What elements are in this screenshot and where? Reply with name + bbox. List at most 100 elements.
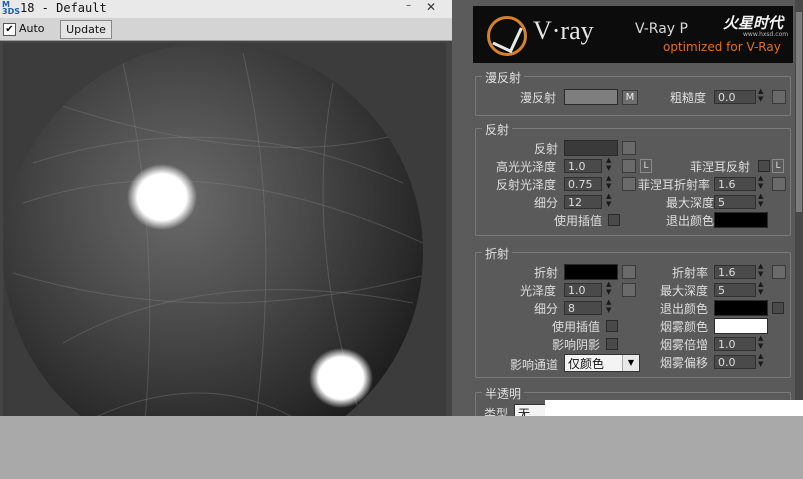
- refr-max-depth-spinner[interactable]: [758, 280, 767, 297]
- refr-exit-color-label: 退出颜色: [660, 302, 709, 316]
- translucency-type-label: 类型: [484, 407, 509, 416]
- diffuse-color-swatch[interactable]: [564, 89, 618, 105]
- reflect-map-button[interactable]: [622, 141, 636, 155]
- bottom-bar: [0, 416, 803, 479]
- affect-shadows-checkbox[interactable]: [606, 338, 618, 350]
- hilight-gloss-label: 高光光泽度: [496, 160, 557, 174]
- blank-overlay: [545, 400, 803, 416]
- hilight-gloss-map-button[interactable]: [622, 159, 636, 173]
- refl-use-interp-label: 使用插值: [554, 214, 603, 228]
- watermark-url: www.hxsd.com: [743, 31, 789, 38]
- refl-subdivs-spinner[interactable]: [606, 192, 615, 209]
- diffuse-map-button[interactable]: M: [622, 90, 638, 105]
- affect-shadows-label: 影响阴影: [552, 338, 601, 352]
- ior-spinner[interactable]: [758, 262, 767, 279]
- minimize-icon[interactable]: –: [406, 1, 420, 13]
- refl-gloss-spinner[interactable]: [606, 174, 615, 191]
- hilight-gloss-spinner[interactable]: [606, 156, 615, 173]
- vray-material-editor: V·ray V-Ray P optimized for V-Ray 火星时代 w…: [471, 0, 795, 416]
- vray-wordmark: V·ray: [533, 16, 594, 45]
- banner-title: V-Ray P: [635, 21, 688, 37]
- roughness-spinner[interactable]: [758, 87, 767, 104]
- refl-exit-color-label: 退出颜色: [666, 214, 715, 228]
- vray-banner: V·ray V-Ray P optimized for V-Ray 火星时代 w…: [473, 6, 793, 63]
- fresnel-ior-spinner[interactable]: [758, 174, 767, 191]
- affect-channels-dropdown[interactable]: 仅颜色 ▼: [564, 354, 640, 372]
- refr-use-interp-label: 使用插值: [552, 320, 601, 334]
- refr-use-interp-checkbox[interactable]: [606, 320, 618, 332]
- panel-divider: [452, 0, 471, 416]
- scrollbar-thumb[interactable]: [796, 12, 802, 212]
- roughness-input[interactable]: 0.0: [714, 90, 756, 104]
- fog-color-label: 烟雾颜色: [660, 320, 709, 334]
- roughness-label: 粗糙度: [670, 91, 707, 105]
- refr-gloss-input[interactable]: 1.0: [564, 283, 602, 297]
- diffuse-group-title: 漫反射: [482, 69, 525, 86]
- ior-map-button[interactable]: [772, 265, 786, 279]
- refract-label: 折射: [534, 266, 559, 280]
- fog-bias-spinner[interactable]: [758, 352, 767, 369]
- render-viewport[interactable]: [3, 43, 446, 463]
- fog-bias-label: 烟雾偏移: [660, 356, 709, 370]
- ior-label: 折射率: [672, 266, 709, 280]
- refract-color-swatch[interactable]: [564, 264, 618, 280]
- close-icon[interactable]: ✕: [426, 1, 444, 13]
- refl-gloss-input[interactable]: 0.75: [564, 177, 602, 191]
- refl-subdivs-label: 细分: [534, 196, 559, 210]
- editor-scrollbar[interactable]: [795, 0, 803, 416]
- translucency-group-title: 半透明: [482, 385, 525, 402]
- refl-use-interp-checkbox[interactable]: [608, 214, 620, 226]
- refraction-group-title: 折射: [482, 245, 513, 262]
- translucency-type-value: 无: [518, 407, 531, 416]
- material-preview-window: M 3DS 18 - Default – ✕ ✔ Auto Update: [0, 0, 452, 479]
- chevron-down-icon[interactable]: ▼: [622, 355, 639, 371]
- diffuse-group: 漫反射 漫反射 M 粗糙度 0.0: [475, 69, 791, 116]
- update-button[interactable]: Update: [60, 20, 112, 39]
- fresnel-label: 菲涅耳反射: [690, 160, 751, 174]
- refl-exit-color-swatch[interactable]: [714, 212, 768, 228]
- refr-gloss-label: 光泽度: [520, 284, 557, 298]
- refr-max-depth-label: 最大深度: [660, 284, 709, 298]
- window-controls: – ✕: [406, 1, 446, 15]
- fresnel-checkbox[interactable]: [758, 160, 770, 172]
- refr-subdivs-input[interactable]: 8: [564, 301, 602, 315]
- reflect-label: 反射: [534, 142, 559, 156]
- fog-bias-input[interactable]: 0.0: [714, 355, 756, 369]
- hilight-gloss-input[interactable]: 1.0: [564, 159, 602, 173]
- fresnel-ior-map-button[interactable]: [772, 177, 786, 191]
- fog-color-swatch[interactable]: [714, 318, 768, 334]
- refr-exit-color-swatch[interactable]: [714, 300, 768, 316]
- refr-exit-color-checkbox[interactable]: [772, 302, 784, 314]
- preview-toolbar: ✔ Auto Update: [0, 18, 452, 41]
- affect-channels-label: 影响通道: [510, 358, 559, 372]
- fresnel-ior-input[interactable]: 1.6: [714, 177, 756, 191]
- ior-input[interactable]: 1.6: [714, 265, 756, 279]
- auto-checkbox[interactable]: ✔: [3, 23, 16, 36]
- refl-max-depth-input[interactable]: 5: [714, 195, 756, 209]
- refr-gloss-map-button[interactable]: [622, 283, 636, 297]
- refraction-group: 折射 折射 折射率 1.6 光泽度 1.0 最大深度 5 细分 8 退出颜色 使…: [475, 245, 791, 378]
- refl-max-depth-spinner[interactable]: [758, 192, 767, 209]
- refl-gloss-label: 反射光泽度: [496, 178, 557, 192]
- refr-max-depth-input[interactable]: 5: [714, 283, 756, 297]
- refr-subdivs-label: 细分: [534, 302, 559, 316]
- auto-label: Auto: [19, 22, 45, 35]
- 3ds-max-icon: M 3DS: [2, 0, 20, 16]
- reflection-group-title: 反射: [482, 121, 513, 138]
- refr-subdivs-spinner[interactable]: [606, 298, 615, 315]
- refl-subdivs-input[interactable]: 12: [564, 195, 602, 209]
- refl-gloss-map-button[interactable]: [622, 177, 636, 191]
- refr-gloss-spinner[interactable]: [606, 280, 615, 297]
- fresnel-lock-button[interactable]: L: [772, 159, 784, 173]
- fog-mult-input[interactable]: 1.0: [714, 337, 756, 351]
- window-title: 18 - Default: [20, 1, 107, 15]
- vray-logo-icon: [487, 16, 527, 56]
- hilight-lock-button[interactable]: L: [640, 159, 652, 173]
- preview-titlebar[interactable]: M 3DS 18 - Default – ✕: [0, 0, 452, 18]
- roughness-map-button[interactable]: [772, 90, 786, 104]
- fog-mult-spinner[interactable]: [758, 334, 767, 351]
- refl-max-depth-label: 最大深度: [666, 196, 715, 210]
- fog-mult-label: 烟雾倍增: [660, 338, 709, 352]
- reflect-color-swatch[interactable]: [564, 140, 618, 156]
- refract-map-button[interactable]: [622, 265, 636, 279]
